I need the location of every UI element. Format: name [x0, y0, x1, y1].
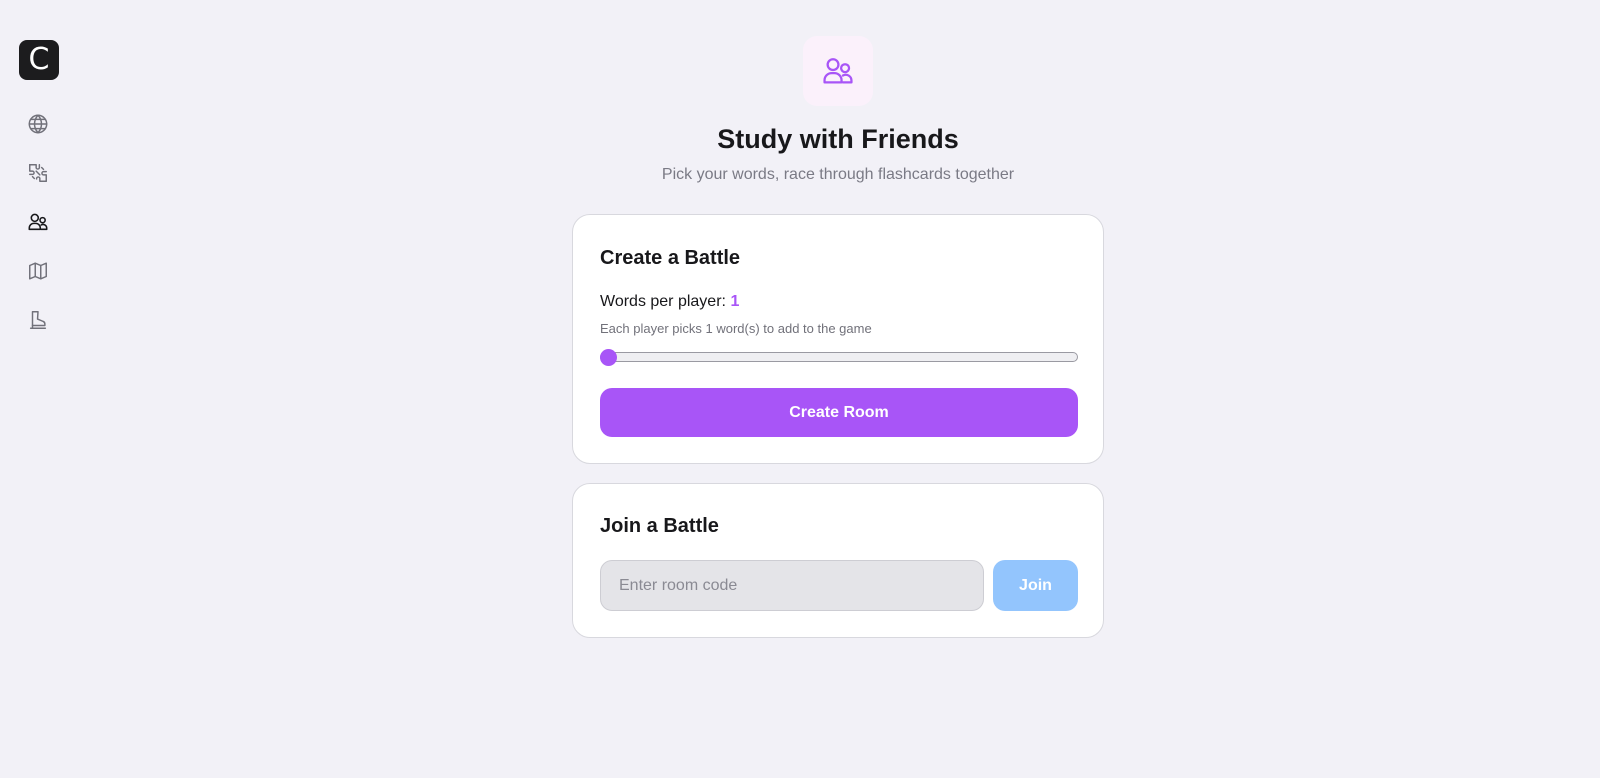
words-per-player-label: Words per player: [600, 293, 726, 310]
join-battle-title: Join a Battle [600, 515, 719, 537]
slider-thumb[interactable] [600, 349, 617, 366]
create-battle-title: Create a Battle [600, 247, 741, 269]
main-content: Study with Friends Pick your words, race… [0, 0, 1600, 778]
page-title: Study with Friends [717, 124, 959, 154]
words-per-player-row: Words per player: 1 [600, 293, 739, 311]
join-button[interactable]: Join [993, 560, 1078, 611]
words-per-player-value: 1 [730, 293, 740, 310]
words-per-player-hint: Each player picks 1 word(s) to add to th… [600, 321, 872, 336]
create-battle-card: Create a Battle Words per player: 1 Each… [572, 214, 1104, 464]
hero-icon-badge [803, 36, 873, 106]
users-icon [823, 58, 853, 84]
page-subtitle: Pick your words, race through flashcards… [661, 166, 1015, 183]
room-code-input[interactable] [600, 560, 984, 611]
create-room-button[interactable]: Create Room [600, 388, 1078, 437]
join-battle-card: Join a Battle Join [572, 483, 1104, 638]
words-per-player-slider[interactable] [600, 352, 1078, 362]
